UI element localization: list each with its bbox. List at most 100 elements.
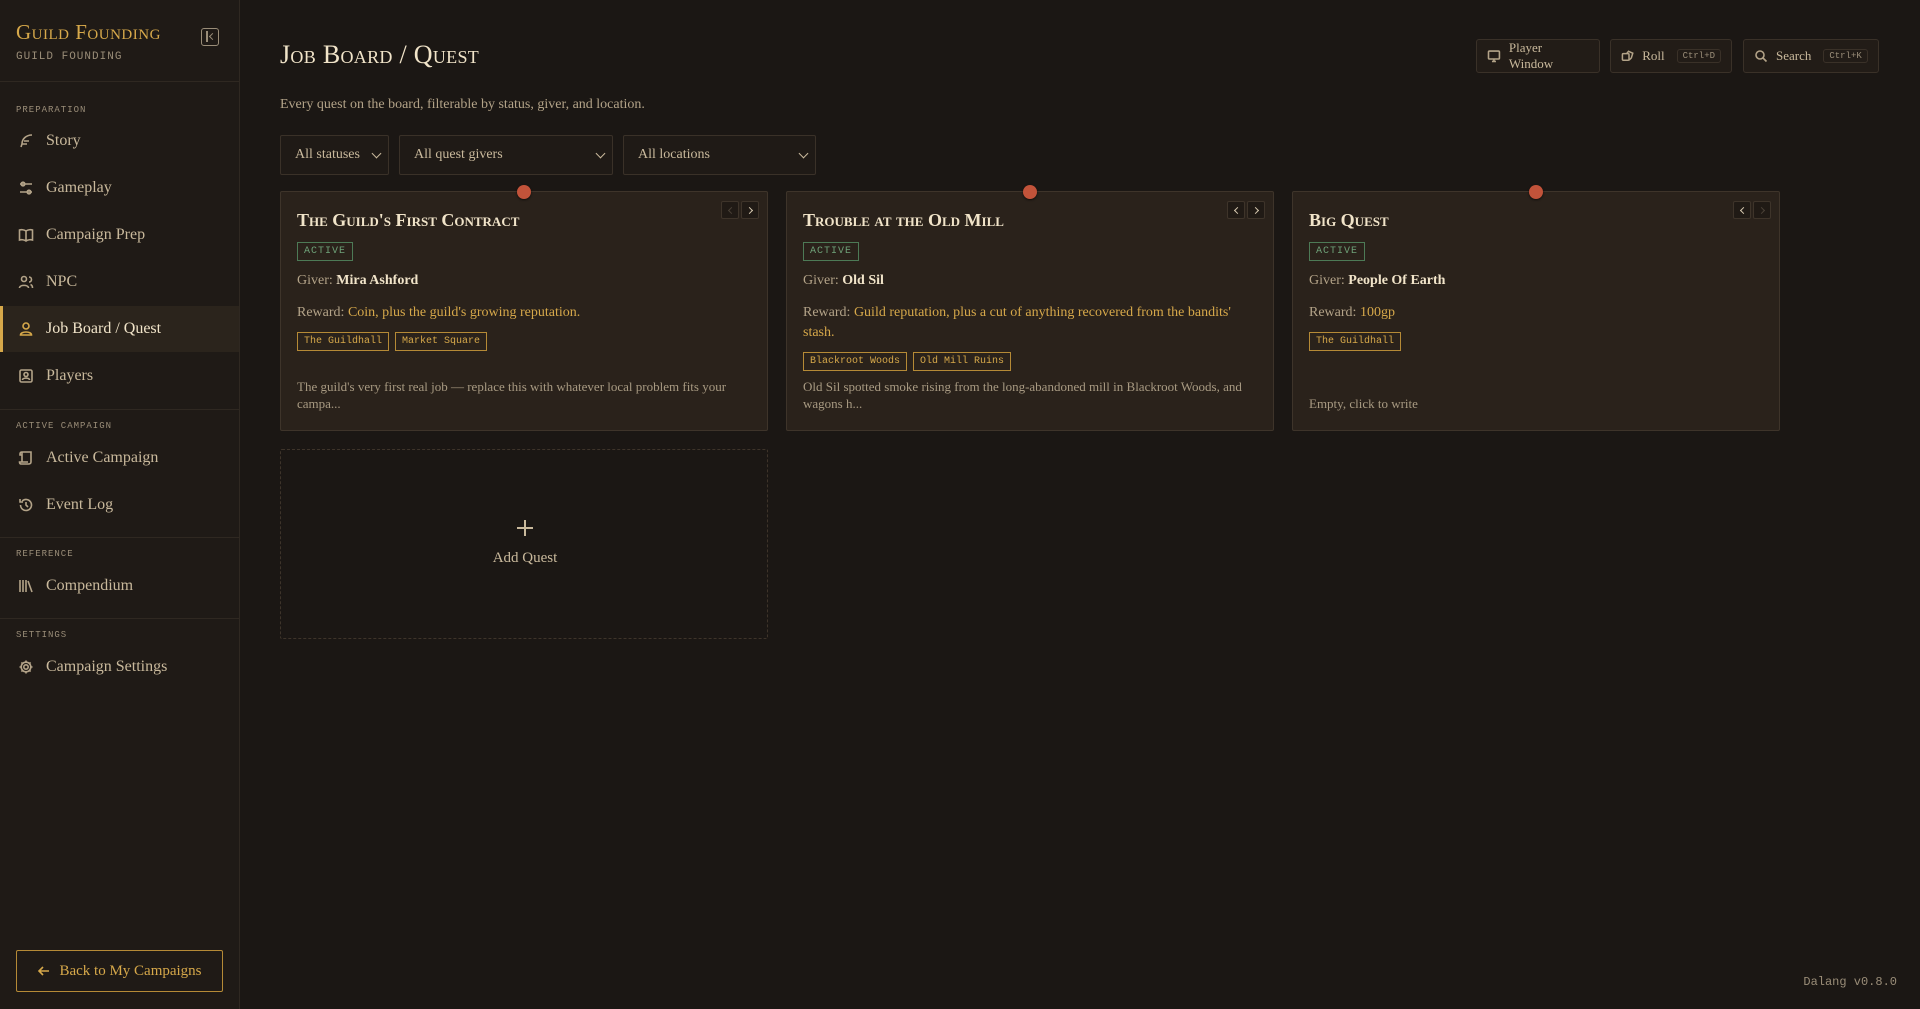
quest-reward: Reward: Guild reputation, plus a cut of … xyxy=(803,303,1259,343)
location-tags: The Guildhall xyxy=(1309,332,1402,351)
move-left-button[interactable] xyxy=(1227,201,1245,219)
sidebar-item-active-campaign[interactable]: Active Campaign xyxy=(0,435,239,481)
status-badge: ACTIVE xyxy=(803,242,860,261)
giver-filter-select[interactable]: All quest givers xyxy=(399,135,613,175)
reward-label: Reward: xyxy=(297,305,345,320)
divider xyxy=(0,618,239,619)
brand-subtitle: GUILD FOUNDING xyxy=(16,51,123,63)
divider xyxy=(0,409,239,410)
section-label-active-campaign: ACTIVE CAMPAIGN xyxy=(16,421,113,431)
scroll-icon xyxy=(18,450,34,466)
sidebar-item-compendium[interactable]: Compendium xyxy=(0,563,239,609)
pin-icon xyxy=(1023,185,1037,199)
quest-card[interactable]: Big Quest ACTIVE Giver: People Of Earth … xyxy=(1292,185,1780,431)
back-to-campaigns-button[interactable]: Back to My Campaigns xyxy=(16,950,223,992)
history-icon xyxy=(18,497,34,513)
app-version: Dalang v0.8.0 xyxy=(1803,975,1897,989)
reward-value: 100gp xyxy=(1359,305,1395,320)
sidebar-item-label: Campaign Settings xyxy=(46,658,168,675)
player-icon xyxy=(18,368,34,384)
sidebar-item-gameplay[interactable]: Gameplay xyxy=(0,165,239,211)
sidebar-item-label: Campaign Prep xyxy=(46,226,146,243)
reward-value: Coin, plus the guild's growing reputatio… xyxy=(347,305,581,320)
status-badge: ACTIVE xyxy=(1309,242,1366,261)
brand: Guild Founding GUILD FOUNDING xyxy=(16,20,161,63)
sidebar: Guild Founding GUILD FOUNDING PREPARATIO… xyxy=(0,0,240,1009)
quest-giver: Giver: People Of Earth xyxy=(1309,273,1445,289)
sidebar-item-campaign-prep[interactable]: Campaign Prep xyxy=(0,212,239,258)
giver-name: Old Sil xyxy=(842,273,884,288)
feather-icon xyxy=(18,133,34,149)
search-icon xyxy=(1755,50,1768,63)
roll-button[interactable]: Roll Ctrl+D xyxy=(1610,39,1732,73)
quest-giver: Giver: Old Sil xyxy=(803,273,884,289)
sidebar-item-story[interactable]: Story xyxy=(0,118,239,164)
location-tag: Blackroot Woods xyxy=(803,352,908,371)
giver-label: Giver: xyxy=(297,273,333,288)
sliders-icon xyxy=(18,180,34,196)
location-filter-value: All locations xyxy=(638,147,710,162)
monitor-icon xyxy=(1487,50,1501,63)
page-description: Every quest on the board, filterable by … xyxy=(280,97,645,112)
location-tag: Market Square xyxy=(395,332,488,351)
location-tag: The Guildhall xyxy=(1309,332,1402,351)
gear-icon xyxy=(18,659,34,675)
location-tags: The Guildhall Market Square xyxy=(297,332,488,351)
brand-title: Guild Founding xyxy=(16,20,161,44)
sidebar-item-label: Gameplay xyxy=(46,179,112,196)
sidebar-item-npc[interactable]: NPC xyxy=(0,259,239,305)
page-title: Job Board / Quest xyxy=(280,40,480,69)
divider xyxy=(0,537,239,538)
sidebar-item-label: Active Campaign xyxy=(46,449,159,466)
section-label-settings: SETTINGS xyxy=(16,630,68,640)
book-icon xyxy=(18,227,34,243)
quest-title: Trouble at the Old Mill xyxy=(803,210,1004,230)
status-filter-select[interactable]: All statuses xyxy=(280,135,389,175)
collapse-sidebar-icon[interactable] xyxy=(201,28,219,46)
status-filter-value: All statuses xyxy=(295,147,360,162)
pin-icon xyxy=(1529,185,1543,199)
move-left-button[interactable] xyxy=(721,201,739,219)
move-right-button[interactable] xyxy=(1753,201,1771,219)
search-label: Search xyxy=(1776,48,1812,63)
search-shortcut: Ctrl+K xyxy=(1823,49,1868,63)
sidebar-item-label: Players xyxy=(46,367,94,384)
giver-name: Mira Ashford xyxy=(336,273,419,288)
search-button[interactable]: Search Ctrl+K xyxy=(1743,39,1879,73)
sidebar-item-label: Event Log xyxy=(46,496,114,513)
move-right-button[interactable] xyxy=(1247,201,1265,219)
sidebar-item-job-board-quest[interactable]: Job Board / Quest xyxy=(0,306,239,352)
quest-card[interactable]: The Guild's First Contract ACTIVE Giver:… xyxy=(280,185,768,431)
location-filter-select[interactable]: All locations xyxy=(623,135,816,175)
quest-giver: Giver: Mira Ashford xyxy=(297,273,418,289)
move-right-button[interactable] xyxy=(741,201,759,219)
status-badge: ACTIVE xyxy=(297,242,354,261)
quest-reward: Reward: 100gp xyxy=(1309,303,1765,323)
sidebar-item-label: Compendium xyxy=(46,577,134,594)
player-window-button[interactable]: Player Window xyxy=(1476,39,1600,73)
quest-description: Empty, click to write xyxy=(1309,396,1418,411)
reward-label: Reward: xyxy=(803,305,851,320)
quest-icon xyxy=(18,321,34,337)
sidebar-item-campaign-settings[interactable]: Campaign Settings xyxy=(0,644,239,690)
chevron-down-icon xyxy=(798,148,809,158)
plus-icon xyxy=(517,520,533,536)
quest-reward: Reward: Coin, plus the guild's growing r… xyxy=(297,303,753,323)
sidebar-item-event-log[interactable]: Event Log xyxy=(0,482,239,528)
section-label-preparation: PREPARATION xyxy=(16,105,87,115)
quest-card[interactable]: Trouble at the Old Mill ACTIVE Giver: Ol… xyxy=(786,185,1274,431)
sidebar-item-players[interactable]: Players xyxy=(0,353,239,399)
dice-icon xyxy=(1621,50,1634,61)
giver-label: Giver: xyxy=(803,273,839,288)
users-icon xyxy=(18,274,34,290)
quest-title: The Guild's First Contract xyxy=(297,210,520,230)
sidebar-item-label: Job Board / Quest xyxy=(46,320,162,337)
sidebar-item-label: NPC xyxy=(46,273,78,290)
add-quest-button[interactable]: Add Quest xyxy=(280,449,768,639)
reward-label: Reward: xyxy=(1309,305,1357,320)
location-tag: Old Mill Ruins xyxy=(913,352,1012,371)
roll-label: Roll xyxy=(1642,48,1665,63)
giver-label: Giver: xyxy=(1309,273,1345,288)
roll-shortcut: Ctrl+D xyxy=(1676,49,1721,63)
move-left-button[interactable] xyxy=(1733,201,1751,219)
